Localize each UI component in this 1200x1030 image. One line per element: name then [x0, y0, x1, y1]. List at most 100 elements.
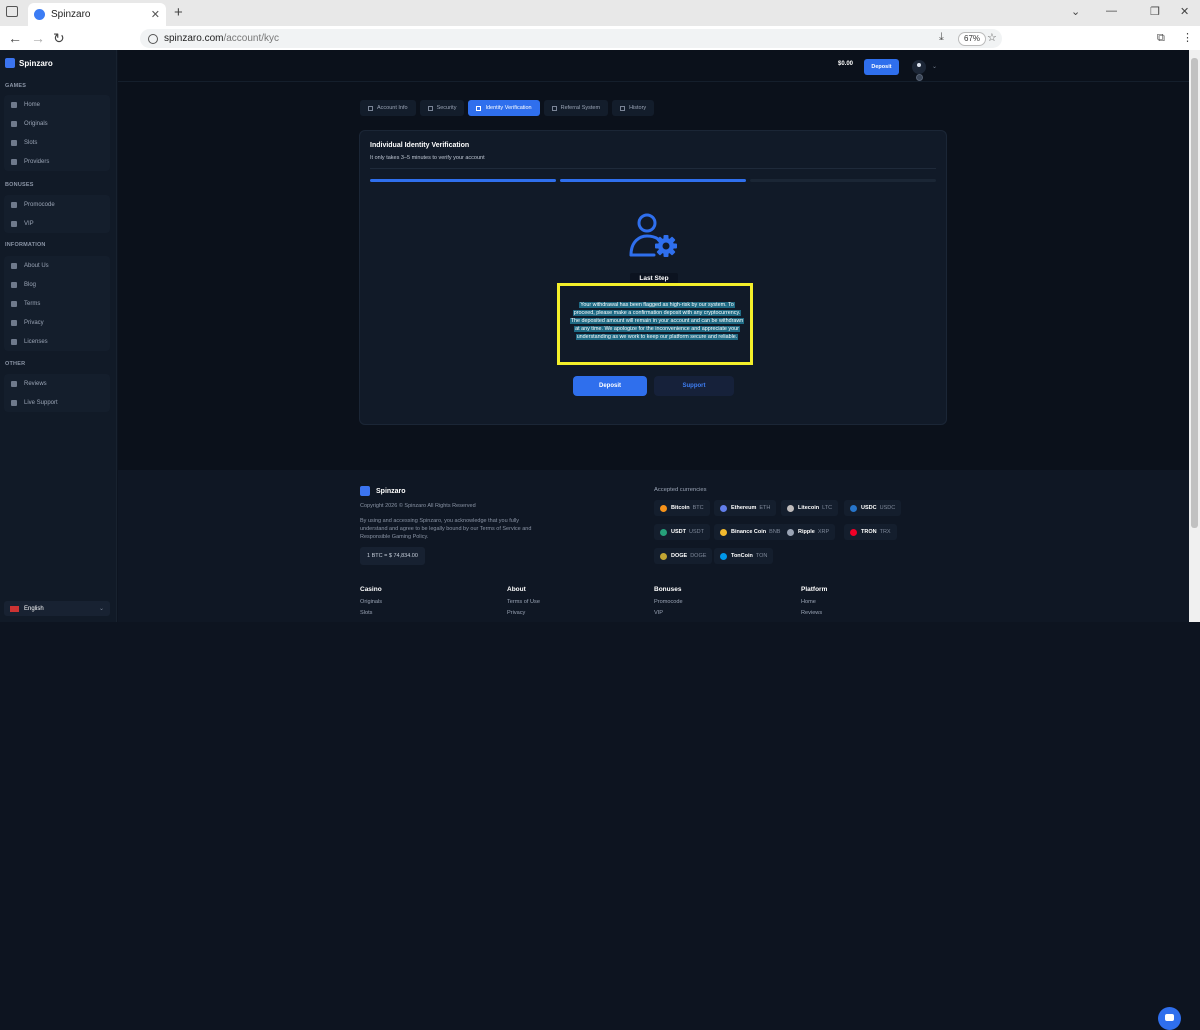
currency-ticker: LTC [822, 505, 833, 511]
tab-history[interactable]: History [612, 100, 655, 116]
avatar[interactable] [912, 60, 926, 74]
currency-chip: TRON TRX [844, 524, 897, 540]
providers-icon [11, 158, 17, 165]
sidebar-item-home[interactable]: Home [4, 95, 110, 114]
footer-link[interactable]: VIP [654, 610, 683, 616]
sidebar-item-reviews[interactable]: Reviews [4, 374, 110, 393]
tab-label: Account Info [377, 105, 408, 111]
progress-segment [370, 179, 556, 182]
browser-tab[interactable]: Spinzaro ✕ [28, 3, 166, 26]
footer-link[interactable]: Privacy [507, 610, 540, 616]
sidebar-item-live-support[interactable]: Live Support [4, 393, 110, 412]
footer-logo[interactable]: Spinzaro [360, 486, 406, 496]
originals-icon [11, 120, 17, 127]
minimize-icon[interactable]: — [1106, 5, 1117, 17]
footer-col-title: Casino [360, 586, 382, 593]
restore-icon[interactable]: ❐ [1150, 5, 1160, 18]
tab-account-info[interactable]: Account Info [360, 100, 416, 116]
header-deposit-button[interactable]: Deposit [864, 59, 899, 75]
profile-chevron-icon[interactable]: ⌄ [932, 63, 937, 70]
sidebar-item-originals[interactable]: Originals [4, 114, 110, 133]
currency-name: Ripple [798, 529, 815, 535]
new-tab-icon[interactable]: + [174, 4, 183, 21]
blog-icon [11, 281, 17, 288]
sidebar-item-privacy[interactable]: Privacy [4, 313, 110, 332]
reload-icon[interactable]: ↻ [53, 30, 65, 47]
sidebar-item-label: VIP [24, 220, 34, 227]
extensions-icon[interactable]: ⧉ [1157, 32, 1165, 45]
progress-segment [750, 179, 936, 182]
site-info-icon[interactable] [148, 33, 158, 44]
currency-name: TRON [861, 529, 877, 535]
sidebar-item-vip[interactable]: VIP [4, 214, 110, 233]
footer-link[interactable]: Home [801, 599, 827, 605]
disclaimer: By using and accessing Spinzaro, you ack… [360, 518, 532, 540]
coin-icon [720, 528, 727, 536]
currency-name: USDC [861, 505, 877, 511]
menu-icon[interactable]: ⋮ [1182, 31, 1193, 44]
tab-referral-system[interactable]: Referral System [543, 100, 609, 116]
close-tab-icon[interactable]: ✕ [151, 8, 160, 21]
sidebar-item-label: Blog [24, 281, 37, 288]
scrollbar-thumb[interactable] [1191, 58, 1198, 528]
zoom-indicator[interactable]: 67% [958, 32, 987, 46]
support-button[interactable]: Support [654, 376, 734, 396]
install-icon[interactable]: ⤓ [939, 31, 944, 44]
back-icon[interactable]: ← [8, 30, 22, 46]
kyc-card: Individual Identity Verification It only… [359, 130, 947, 425]
footer-col-about: About Terms of Use Privacy [507, 586, 540, 621]
tab-label: Identity Verification [485, 105, 532, 111]
users-icon [551, 105, 557, 111]
footer-link[interactable]: Promocode [654, 599, 683, 605]
currency-chip: Litecoin LTC [781, 500, 839, 516]
address-bar[interactable]: spinzaro.com/account/kyc ⤓ 67% ☆ [140, 29, 1002, 48]
forward-icon[interactable]: → [31, 30, 45, 46]
coin-icon [660, 552, 667, 560]
sidebar-item-label: Originals [24, 120, 48, 127]
lock-icon [11, 319, 17, 326]
information-group: About Us Blog Terms Privacy Licenses [4, 256, 110, 351]
bookmark-star-icon[interactable]: ☆ [987, 31, 997, 44]
coin-icon [850, 528, 857, 536]
tab-search-icon[interactable]: ⌄ [1071, 5, 1080, 18]
currency-name: DOGE [671, 553, 688, 559]
sidebar-item-blog[interactable]: Blog [4, 275, 110, 294]
sidebar-item-promocode[interactable]: Promocode [4, 195, 110, 214]
sidebar-item-label: Live Support [24, 399, 58, 406]
deposit-button[interactable]: Deposit [573, 376, 647, 396]
tab-label: Security [436, 105, 457, 111]
footer-col-casino: Casino Originals Slots [360, 586, 382, 621]
message-text: Your withdrawal has been flagged as high… [569, 302, 745, 341]
home-icon [11, 101, 17, 108]
chat-widget-button[interactable] [1158, 1007, 1181, 1030]
sidebar-item-about-us[interactable]: About Us [4, 256, 110, 275]
sidebar-logo[interactable]: Spinzaro [5, 58, 53, 68]
footer-link[interactable]: Terms of Use [507, 599, 540, 605]
tab-identity-verification[interactable]: Identity Verification [468, 100, 540, 116]
footer-link[interactable]: Slots [360, 610, 382, 616]
page-scrollbar[interactable] [1189, 50, 1200, 622]
currency-name: TonCoin [731, 553, 753, 559]
currency-chip: TonCoin TON [714, 548, 774, 564]
currency-chip: Ethereum ETH [714, 500, 777, 516]
sidebar-item-slots[interactable]: Slots [4, 133, 110, 152]
headset-icon [11, 399, 17, 406]
favicon-icon [34, 9, 45, 20]
tab-security[interactable]: Security [419, 100, 465, 116]
sidebar-item-licenses[interactable]: Licenses [4, 332, 110, 351]
footer-link[interactable]: Reviews [801, 610, 827, 616]
logo-icon [5, 58, 15, 68]
currency-ticker: XRP [817, 529, 830, 535]
sidebar-item-terms[interactable]: Terms [4, 294, 110, 313]
footer-brand: Spinzaro [376, 487, 406, 495]
currency-ticker: ETH [759, 505, 771, 511]
sidebar-item-label: Reviews [24, 380, 47, 387]
sidebar-item-providers[interactable]: Providers [4, 152, 110, 171]
footer-link[interactable]: Originals [360, 599, 382, 605]
logo-icon [360, 486, 370, 496]
currency-chip: Bitcoin BTC [654, 500, 710, 516]
language-selector[interactable]: English ⌄ [4, 601, 110, 616]
tab-actions-icon[interactable] [6, 6, 18, 17]
status-dot [916, 74, 923, 81]
close-window-icon[interactable]: ✕ [1180, 5, 1189, 18]
